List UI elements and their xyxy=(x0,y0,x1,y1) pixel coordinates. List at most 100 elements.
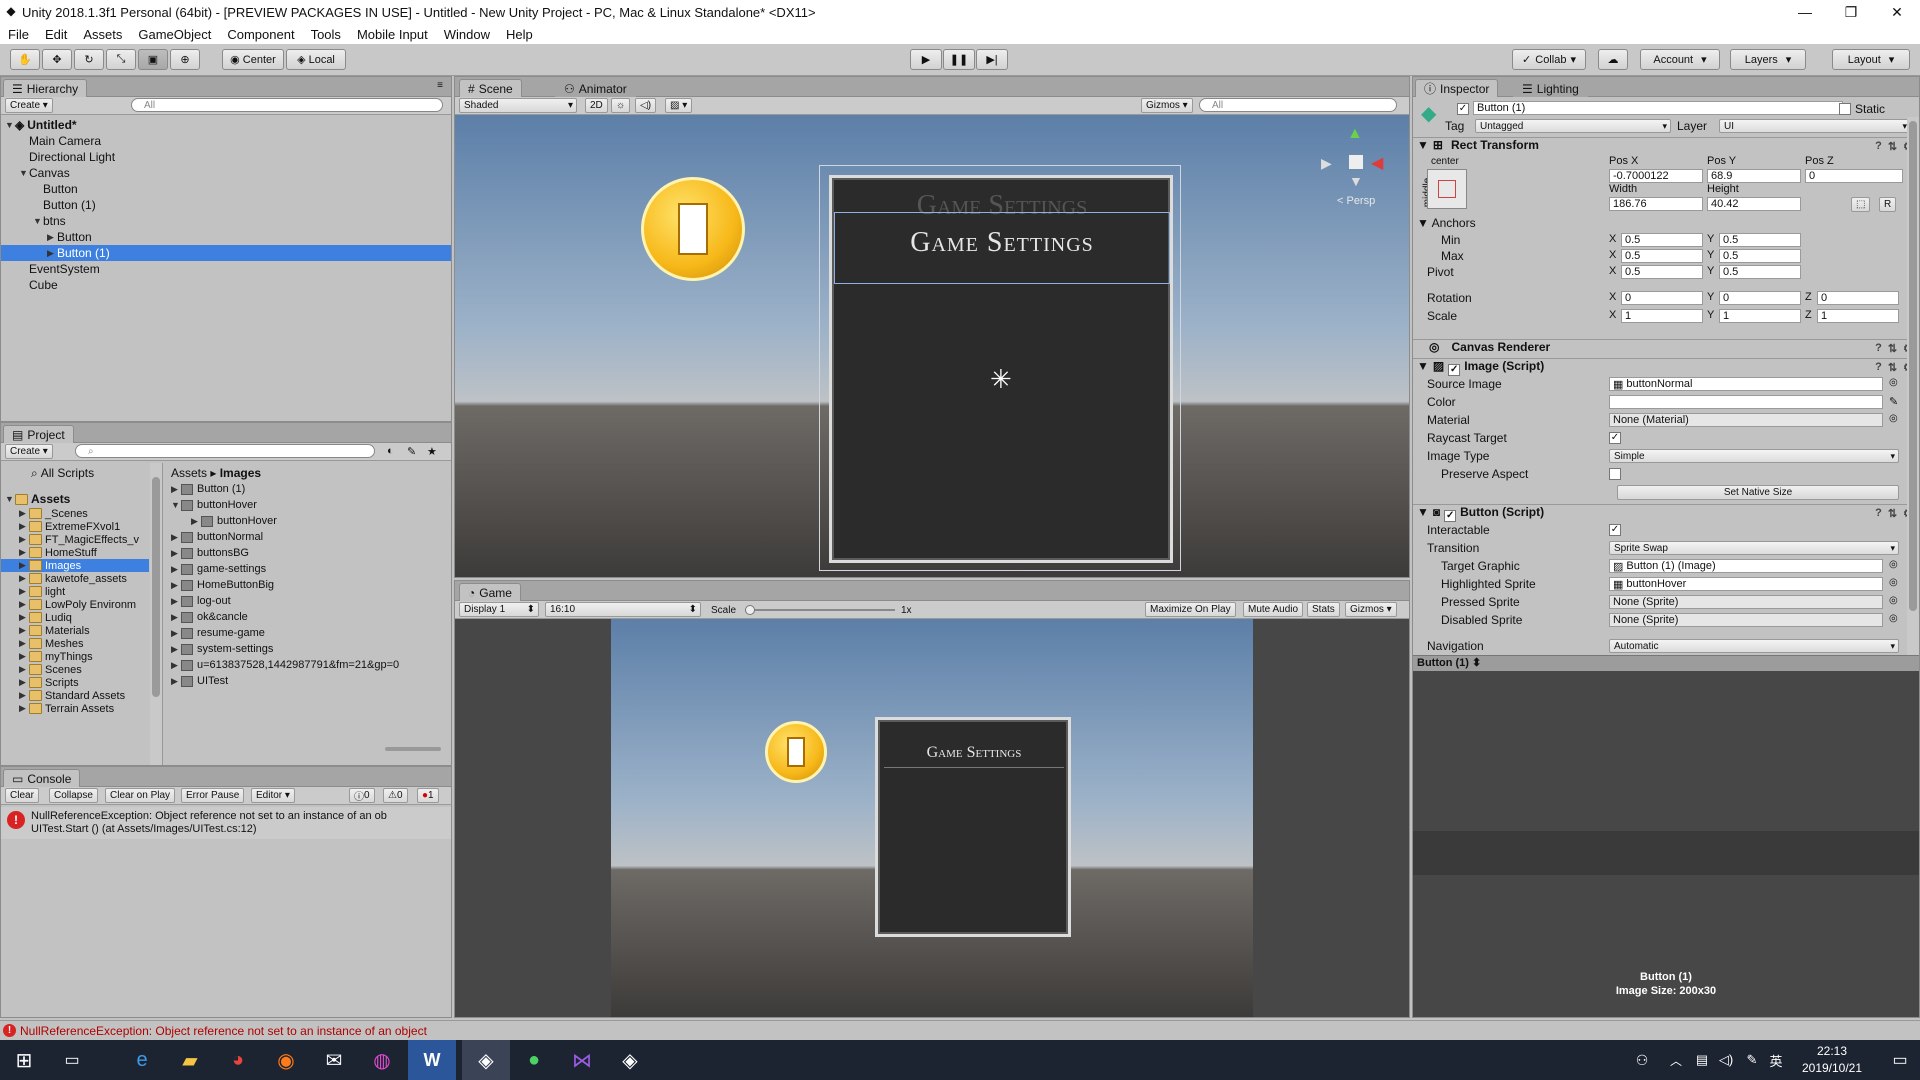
anchor-presets-button[interactable] xyxy=(1427,169,1467,209)
scale-y-field[interactable]: 1 xyxy=(1719,309,1801,323)
status-bar[interactable]: ! NullReferenceException: Object referen… xyxy=(0,1020,1920,1040)
mute-audio-toggle[interactable]: Mute Audio xyxy=(1243,602,1304,617)
pos-x-field[interactable]: -0.7000122 xyxy=(1609,169,1703,183)
scene-viewport[interactable]: Game Settings Game Settings ✳ ▲ ◀ ▶ ▼ < … xyxy=(455,115,1409,577)
people-icon[interactable]: ⚇ xyxy=(1618,1040,1666,1080)
scene-orientation-gizmo[interactable]: ▲ ◀ ▶ ▼ xyxy=(1317,125,1397,201)
game-settings-panel[interactable]: Game Settings xyxy=(875,717,1071,937)
folder-item-9[interactable]: ▶ Materials xyxy=(1,624,149,637)
help-icon[interactable]: ? xyxy=(1875,361,1882,374)
tag-dropdown[interactable]: Untagged xyxy=(1475,119,1671,133)
tab-hierarchy[interactable]: ☰ Hierarchy xyxy=(3,79,88,97)
rect-transform-header[interactable]: ▼⊞Rect Transform?⇅⚙ xyxy=(1413,137,1919,155)
object-picker-icon[interactable]: ◎ xyxy=(1889,377,1898,388)
help-icon[interactable]: ? xyxy=(1875,342,1882,355)
console-info-toggle[interactable]: ⓘ 0 xyxy=(349,788,375,803)
chrome-icon[interactable]: ◕ xyxy=(214,1040,262,1080)
pressed-sprite-field[interactable]: None (Sprite) xyxy=(1609,595,1883,609)
hierarchy-item-8[interactable]: EventSystem xyxy=(1,261,451,277)
object-picker-icon[interactable]: ◎ xyxy=(1889,577,1898,588)
help-icon[interactable]: ? xyxy=(1875,507,1882,520)
hierarchy-item-2[interactable]: ▼ Canvas xyxy=(1,165,451,181)
folder-item-2[interactable]: ▶ FT_MagicEffects_v xyxy=(1,533,149,546)
folder-item-4[interactable]: ▶ Images xyxy=(1,559,149,572)
game-gizmos-dropdown[interactable]: Gizmos ▾ xyxy=(1345,602,1397,617)
anchor-max-y-field[interactable]: 0.5 xyxy=(1719,249,1801,263)
raw-edit-button[interactable]: R xyxy=(1879,197,1897,212)
maximize-on-play-toggle[interactable]: Maximize On Play xyxy=(1145,602,1236,617)
selected-button-rect[interactable]: Game Settings xyxy=(834,212,1170,284)
pivot-local-button[interactable]: ◈ Local xyxy=(286,49,346,70)
file-item-12[interactable]: ▶ UITest xyxy=(171,673,228,689)
layers-dropdown[interactable]: Layers ▾ xyxy=(1730,49,1806,70)
console-log-entry[interactable]: ! NullReferenceException: Object referen… xyxy=(1,807,451,839)
pos-y-field[interactable]: 68.9 xyxy=(1707,169,1801,183)
folder-item-12[interactable]: ▶ Scenes xyxy=(1,663,149,676)
preset-icon[interactable]: ⇅ xyxy=(1888,361,1897,374)
maximize-button[interactable]: ❐ xyxy=(1828,0,1874,24)
height-field[interactable]: 40.42 xyxy=(1707,197,1801,211)
folder-item-10[interactable]: ▶ Meshes xyxy=(1,637,149,650)
edge-icon[interactable]: e xyxy=(118,1040,166,1080)
object-picker-icon[interactable]: ◎ xyxy=(1889,595,1898,606)
step-button[interactable]: ▶| xyxy=(976,49,1008,70)
clock-time[interactable]: 22:13 xyxy=(1792,1044,1872,1058)
ime-indicator[interactable]: 英 xyxy=(1764,1040,1788,1080)
neg-x-axis-icon[interactable]: ▶ xyxy=(1321,155,1332,172)
display-dropdown[interactable]: Display 1 ⬍ xyxy=(459,602,539,617)
visual-studio-icon[interactable]: ⋈ xyxy=(558,1040,606,1080)
unity-icon[interactable]: ◈ xyxy=(462,1040,510,1080)
breadcrumb-images[interactable]: Images xyxy=(220,466,261,480)
scrollbar-thumb[interactable] xyxy=(1909,121,1917,611)
hand-tool-button[interactable]: ✋ xyxy=(10,49,40,70)
pen-icon[interactable]: ✎ xyxy=(1740,1040,1764,1080)
file-item-3[interactable]: ▶ buttonNormal xyxy=(171,529,263,545)
material-field[interactable]: None (Material) xyxy=(1609,413,1883,427)
hierarchy-item-1[interactable]: Directional Light xyxy=(1,149,451,165)
file-item-10[interactable]: ▶ system-settings xyxy=(171,641,273,657)
tab-scene[interactable]: # Scene xyxy=(459,79,522,97)
scene-audio-toggle[interactable]: ◁) xyxy=(635,98,657,113)
file-item-0[interactable]: ▶ Button (1) xyxy=(171,481,245,497)
hierarchy-item-6[interactable]: ▶ Button xyxy=(1,229,451,245)
windows-start-icon[interactable]: ⊞ xyxy=(0,1040,48,1080)
hierarchy-create-button[interactable]: Create ▾ xyxy=(5,98,53,113)
unity-hub-icon[interactable]: ◈ xyxy=(606,1040,654,1080)
target-graphic-field[interactable]: ▨ Button (1) (Image) xyxy=(1609,559,1883,573)
neg-y-axis-icon[interactable]: ▼ xyxy=(1349,173,1363,189)
wechat-icon[interactable]: ● xyxy=(510,1040,558,1080)
object-picker-icon[interactable]: ◎ xyxy=(1889,559,1898,570)
game-render[interactable]: Game Settings xyxy=(611,619,1253,1017)
image-enabled-checkbox[interactable]: ✓ xyxy=(1448,364,1461,376)
mail-icon[interactable]: ✉ xyxy=(310,1040,358,1080)
word-icon[interactable]: W xyxy=(408,1040,456,1080)
close-button[interactable]: ✕ xyxy=(1874,0,1920,24)
width-field[interactable]: 186.76 xyxy=(1609,197,1703,211)
folder-item-1[interactable]: ▶ ExtremeFXvol1 xyxy=(1,520,149,533)
filter-label-icon[interactable]: ✎ xyxy=(407,445,416,458)
folder-item-13[interactable]: ▶ Scripts xyxy=(1,676,149,689)
menu-mobile-input[interactable]: Mobile Input xyxy=(349,27,436,42)
rotate-tool-button[interactable]: ↻ xyxy=(74,49,104,70)
transform-tool-button[interactable]: ⊕ xyxy=(170,49,200,70)
pause-button[interactable]: ❚❚ xyxy=(943,49,975,70)
object-picker-icon[interactable]: ◎ xyxy=(1889,613,1898,624)
layer-dropdown[interactable]: UI xyxy=(1719,119,1911,133)
minimize-button[interactable]: — xyxy=(1782,0,1828,24)
hierarchy-item-0[interactable]: Main Camera xyxy=(1,133,451,149)
console-clear-button[interactable]: Clear xyxy=(5,788,39,803)
notification-icon[interactable]: ▭ xyxy=(1880,1040,1920,1080)
aspect-dropdown[interactable]: 16:10 ⬍ xyxy=(545,602,701,617)
collab-dropdown[interactable]: ✓ Collab ▾ xyxy=(1512,49,1586,70)
tab-project[interactable]: ▤ Project xyxy=(3,425,74,443)
file-item-7[interactable]: ▶ log-out xyxy=(171,593,231,609)
console-error-pause-button[interactable]: Error Pause xyxy=(181,788,245,803)
folder-item-6[interactable]: ▶ light xyxy=(1,585,149,598)
task-view-icon[interactable]: ▭ xyxy=(48,1040,96,1080)
hierarchy-item-3[interactable]: Button xyxy=(1,181,451,197)
account-dropdown[interactable]: Account ▾ xyxy=(1640,49,1720,70)
scale-z-field[interactable]: 1 xyxy=(1817,309,1899,323)
tab-lighting[interactable]: ☰ Lighting xyxy=(1513,79,1588,97)
file-item-11[interactable]: ▶ u=613837528,1442987791&fm=21&gp=0 xyxy=(171,657,399,673)
image-script-header[interactable]: ▼▨✓Image (Script)?⇅⚙ xyxy=(1413,358,1919,376)
